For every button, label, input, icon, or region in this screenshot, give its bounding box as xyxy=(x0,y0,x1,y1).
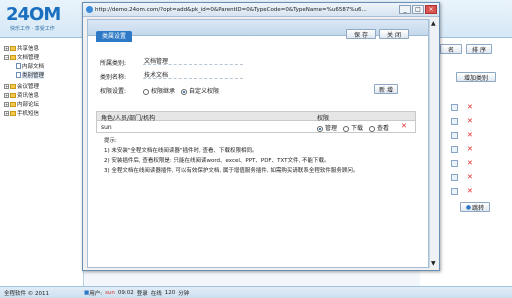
minimize-button[interactable]: _ xyxy=(399,5,411,14)
delete-icon[interactable]: ✕ xyxy=(467,104,473,111)
left-nav-tree: + 共享信息 − 文档管理 内部文档 类别管理 + 会议管理 + 资讯信息 + 内部论坛 … xyxy=(0,38,84,286)
perm-custom-option[interactable]: 自定义权限 xyxy=(181,86,219,95)
edit-icon[interactable] xyxy=(451,188,458,195)
folder-icon xyxy=(10,92,16,98)
perm-label: 权限设置: xyxy=(100,88,127,95)
folder-icon xyxy=(10,45,16,51)
collapse-icon[interactable]: − xyxy=(4,54,9,60)
scroll-up-icon[interactable]: ▲ xyxy=(431,20,436,27)
tree-item-internal-docs[interactable]: 内部文档 xyxy=(16,62,44,70)
add-permission-button[interactable]: 新 增 xyxy=(374,84,398,94)
expand-icon[interactable]: + xyxy=(4,92,9,98)
pane-title: 类属设置 xyxy=(96,31,133,42)
radio-icon[interactable] xyxy=(343,125,350,132)
radio-selected-icon[interactable] xyxy=(317,125,323,132)
perm-manage-option[interactable]: 管理 xyxy=(317,123,337,132)
edit-icon[interactable] xyxy=(451,118,458,125)
rename-button[interactable]: 名 xyxy=(440,44,462,54)
jump-button[interactable]: ● 跳转 xyxy=(460,202,490,212)
save-button[interactable]: 保 存 xyxy=(346,29,376,39)
delete-icon[interactable]: ✕ xyxy=(467,160,473,167)
app-slogan: 快乐工作 · 享受工作 xyxy=(10,26,55,32)
delete-icon[interactable]: ✕ xyxy=(467,146,473,153)
maximize-button[interactable]: □ xyxy=(412,5,424,14)
folder-icon xyxy=(10,54,16,60)
user-name: sun xyxy=(105,289,115,296)
hint-title: 提示: xyxy=(104,138,117,144)
delete-icon[interactable]: ✕ xyxy=(467,118,473,125)
expand-icon[interactable]: + xyxy=(4,101,9,107)
category-label: 所属类别: xyxy=(100,60,127,67)
radio-selected-icon[interactable] xyxy=(181,88,188,95)
copyright-text: 全程软件 © 2011 xyxy=(4,290,49,297)
window-url: http://demo.24om.com/?opt=add&pk_id=0&Pa… xyxy=(95,6,367,13)
edit-icon[interactable] xyxy=(451,132,458,139)
sort-button[interactable]: 排 序 xyxy=(466,44,492,54)
folder-icon xyxy=(10,101,16,107)
tree-item-sms[interactable]: + 手机短信 xyxy=(4,109,39,117)
settings-content: 保 存 关 闭 类属设置 所属类别: 文档管理 类别名称: 技术文档 权限设置:… xyxy=(87,19,429,268)
hint-line-1: 1) 未安装"全程文档在线阅读器"插件时, 查看、下载权限相同。 xyxy=(104,148,258,154)
folder-icon xyxy=(10,110,16,116)
delete-row-icon[interactable]: ✕ xyxy=(401,122,407,130)
online-label: 在线 xyxy=(150,290,162,297)
tree-item-meetings[interactable]: + 会议管理 xyxy=(4,82,39,90)
browser-icon xyxy=(86,6,93,13)
add-category-button[interactable]: 增加类别 xyxy=(456,72,496,82)
document-icon xyxy=(16,63,21,69)
login-label: 登录 xyxy=(136,290,148,297)
minutes-label: 分钟 xyxy=(178,290,190,297)
login-time: 09:02 xyxy=(117,289,134,296)
radio-icon[interactable] xyxy=(143,88,149,95)
delete-icon[interactable]: ✕ xyxy=(467,132,473,139)
name-label: 类别名称: xyxy=(100,74,127,81)
perm-inherit-option[interactable]: 权限继承 xyxy=(143,86,175,95)
user-prefix: 用户: xyxy=(89,290,103,297)
edit-icon[interactable] xyxy=(451,146,458,153)
row-perm-options: 管理 下载 查看 xyxy=(317,123,395,132)
app-logo: 24OM xyxy=(6,4,61,25)
radio-icon[interactable] xyxy=(369,125,376,132)
edit-icon[interactable] xyxy=(451,160,458,167)
perm-download-option[interactable]: 下载 xyxy=(343,123,363,132)
expand-icon[interactable]: + xyxy=(4,110,9,116)
name-field[interactable]: 技术文档 xyxy=(143,70,243,79)
perm-table-header: 角色/人员/部门/机构 权限 xyxy=(96,111,416,122)
close-button[interactable]: 关 闭 xyxy=(379,29,409,39)
table-row: sun 管理 下载 查看 ✕ xyxy=(96,121,416,133)
edit-icon[interactable] xyxy=(451,104,458,111)
expand-icon[interactable]: + xyxy=(4,83,9,89)
tree-item-news[interactable]: + 资讯信息 xyxy=(4,91,39,99)
delete-icon[interactable]: ✕ xyxy=(467,188,473,195)
tree-item-shared-info[interactable]: + 共享信息 xyxy=(4,44,39,52)
category-value: 文档管理 xyxy=(143,56,243,65)
tree-item-category-manage[interactable]: 类别管理 xyxy=(16,71,45,79)
online-count: 120 xyxy=(164,289,176,296)
status-bar: 全程软件 © 2011 ■ 用户: sun 09:02 登录 在线 120 分钟 xyxy=(0,286,512,298)
vertical-scrollbar[interactable]: ▲ ▼ xyxy=(429,19,438,268)
folder-icon xyxy=(10,83,16,89)
perm-view-option[interactable]: 查看 xyxy=(369,123,389,132)
window-titlebar[interactable]: http://demo.24om.com/?opt=add&pk_id=0&Pa… xyxy=(83,3,439,17)
tree-item-forum[interactable]: + 内部论坛 xyxy=(4,100,39,108)
expand-icon[interactable]: + xyxy=(4,45,9,51)
scroll-down-icon[interactable]: ▼ xyxy=(431,260,436,267)
go-icon: ● xyxy=(465,203,472,211)
close-window-button[interactable]: × xyxy=(425,5,437,14)
edit-icon[interactable] xyxy=(451,174,458,181)
hint-line-3: 3) 全程文档在线阅读器插件, 可以有效保护文档, 属于增值服务插件, 如需购买… xyxy=(104,168,359,174)
pane-header: 保 存 关 闭 xyxy=(88,20,428,39)
document-icon xyxy=(16,72,21,78)
category-settings-window: http://demo.24om.com/?opt=add&pk_id=0&Pa… xyxy=(82,2,440,271)
delete-icon[interactable]: ✕ xyxy=(467,174,473,181)
row-name: sun xyxy=(101,124,112,131)
tree-item-doc-manage[interactable]: − 文档管理 xyxy=(4,53,39,61)
hint-line-2: 2) 安装插件后, 查看权限是: 只能在线阅读word、excel、PPT、PD… xyxy=(104,158,330,164)
perm-radio-group: 权限继承 自定义权限 xyxy=(143,86,225,95)
